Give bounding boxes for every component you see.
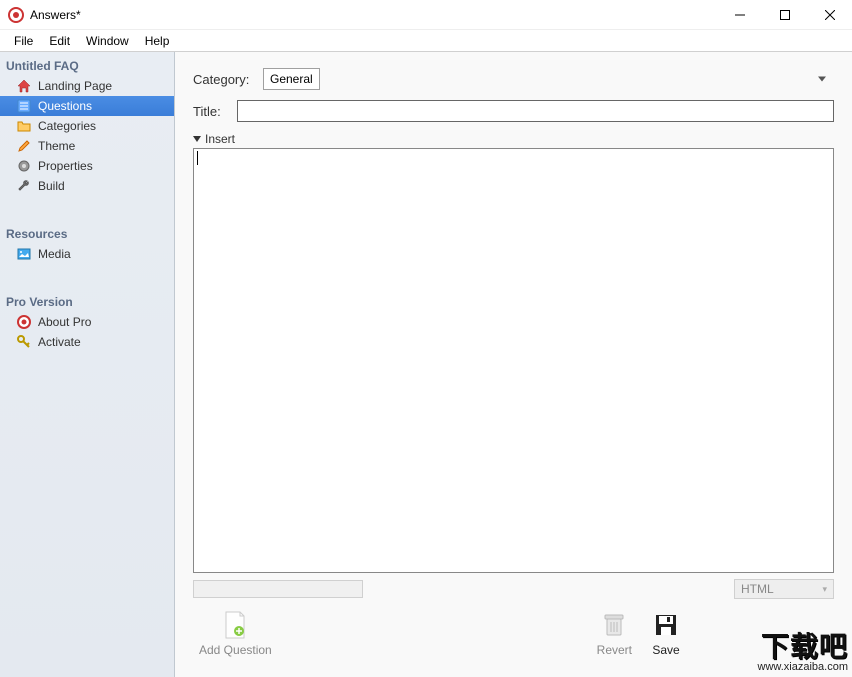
sidebar-item-media[interactable]: Media — [0, 244, 174, 264]
sidebar: Untitled FAQ Landing Page Questions Cate… — [0, 52, 175, 677]
minimize-button[interactable] — [717, 0, 762, 30]
gear-icon — [16, 158, 32, 174]
insert-toggle[interactable]: Insert — [193, 132, 834, 146]
sidebar-item-label: Questions — [38, 99, 92, 113]
sidebar-item-landing-page[interactable]: Landing Page — [0, 76, 174, 96]
sidebar-item-label: Media — [38, 247, 71, 261]
menu-edit[interactable]: Edit — [41, 32, 78, 50]
save-button[interactable]: Save — [646, 609, 686, 659]
sidebar-section-resources: Resources — [0, 224, 174, 244]
sidebar-item-activate[interactable]: Activate — [0, 332, 174, 352]
sidebar-item-label: Activate — [38, 335, 81, 349]
window-controls — [717, 0, 852, 30]
title-input[interactable] — [237, 100, 834, 122]
mode-label: HTML — [741, 582, 774, 596]
category-row: Category: General — [193, 68, 834, 90]
sidebar-item-categories[interactable]: Categories — [0, 116, 174, 136]
sidebar-item-label: Properties — [38, 159, 93, 173]
category-select-wrap: General — [263, 68, 834, 90]
image-icon — [16, 246, 32, 262]
insert-label: Insert — [205, 132, 235, 146]
sidebar-item-about-pro[interactable]: About Pro — [0, 312, 174, 332]
wrench-icon — [16, 178, 32, 194]
save-icon — [652, 611, 680, 639]
sidebar-section-pro: Pro Version — [0, 292, 174, 312]
chevron-down-icon — [193, 136, 201, 142]
add-question-button[interactable]: Add Question — [193, 609, 278, 659]
revert-button[interactable]: Revert — [591, 609, 638, 659]
add-question-label: Add Question — [199, 643, 272, 657]
title-row: Title: — [193, 100, 834, 122]
key-icon — [16, 334, 32, 350]
app-icon — [8, 7, 24, 23]
house-icon — [16, 78, 32, 94]
sidebar-item-build[interactable]: Build — [0, 176, 174, 196]
chevron-down-icon: ▾ — [822, 584, 827, 595]
title-label: Title: — [193, 104, 237, 119]
sidebar-item-label: About Pro — [38, 315, 91, 329]
editor-textarea[interactable] — [193, 148, 834, 573]
pencil-icon — [16, 138, 32, 154]
lifebuoy-icon — [16, 314, 32, 330]
sidebar-section-faq: Untitled FAQ — [0, 56, 174, 76]
folder-icon — [16, 118, 32, 134]
sidebar-item-theme[interactable]: Theme — [0, 136, 174, 156]
save-label: Save — [652, 643, 679, 657]
status-left-box — [193, 580, 363, 598]
menu-file[interactable]: File — [6, 32, 41, 50]
menu-help[interactable]: Help — [137, 32, 178, 50]
mode-select[interactable]: HTML ▾ — [734, 579, 834, 599]
category-select[interactable]: General — [263, 68, 320, 90]
main-area: Untitled FAQ Landing Page Questions Cate… — [0, 52, 852, 677]
content-area: Category: General Title: Insert HTML ▾ — [175, 52, 852, 677]
sidebar-item-label: Build — [38, 179, 65, 193]
list-icon — [16, 98, 32, 114]
category-label: Category: — [193, 72, 263, 87]
sidebar-item-questions[interactable]: Questions — [0, 96, 174, 116]
trash-icon — [600, 611, 628, 639]
window-title: Answers* — [30, 8, 717, 22]
menubar: File Edit Window Help — [0, 30, 852, 52]
sidebar-item-label: Theme — [38, 139, 75, 153]
sidebar-item-label: Landing Page — [38, 79, 112, 93]
bottom-toolbar: Add Question Revert Save — [193, 599, 834, 669]
revert-label: Revert — [597, 643, 632, 657]
menu-window[interactable]: Window — [78, 32, 137, 50]
status-row: HTML ▾ — [193, 579, 834, 599]
titlebar: Answers* — [0, 0, 852, 30]
sidebar-item-properties[interactable]: Properties — [0, 156, 174, 176]
maximize-button[interactable] — [762, 0, 807, 30]
close-button[interactable] — [807, 0, 852, 30]
sidebar-item-label: Categories — [38, 119, 96, 133]
document-add-icon — [221, 611, 249, 639]
